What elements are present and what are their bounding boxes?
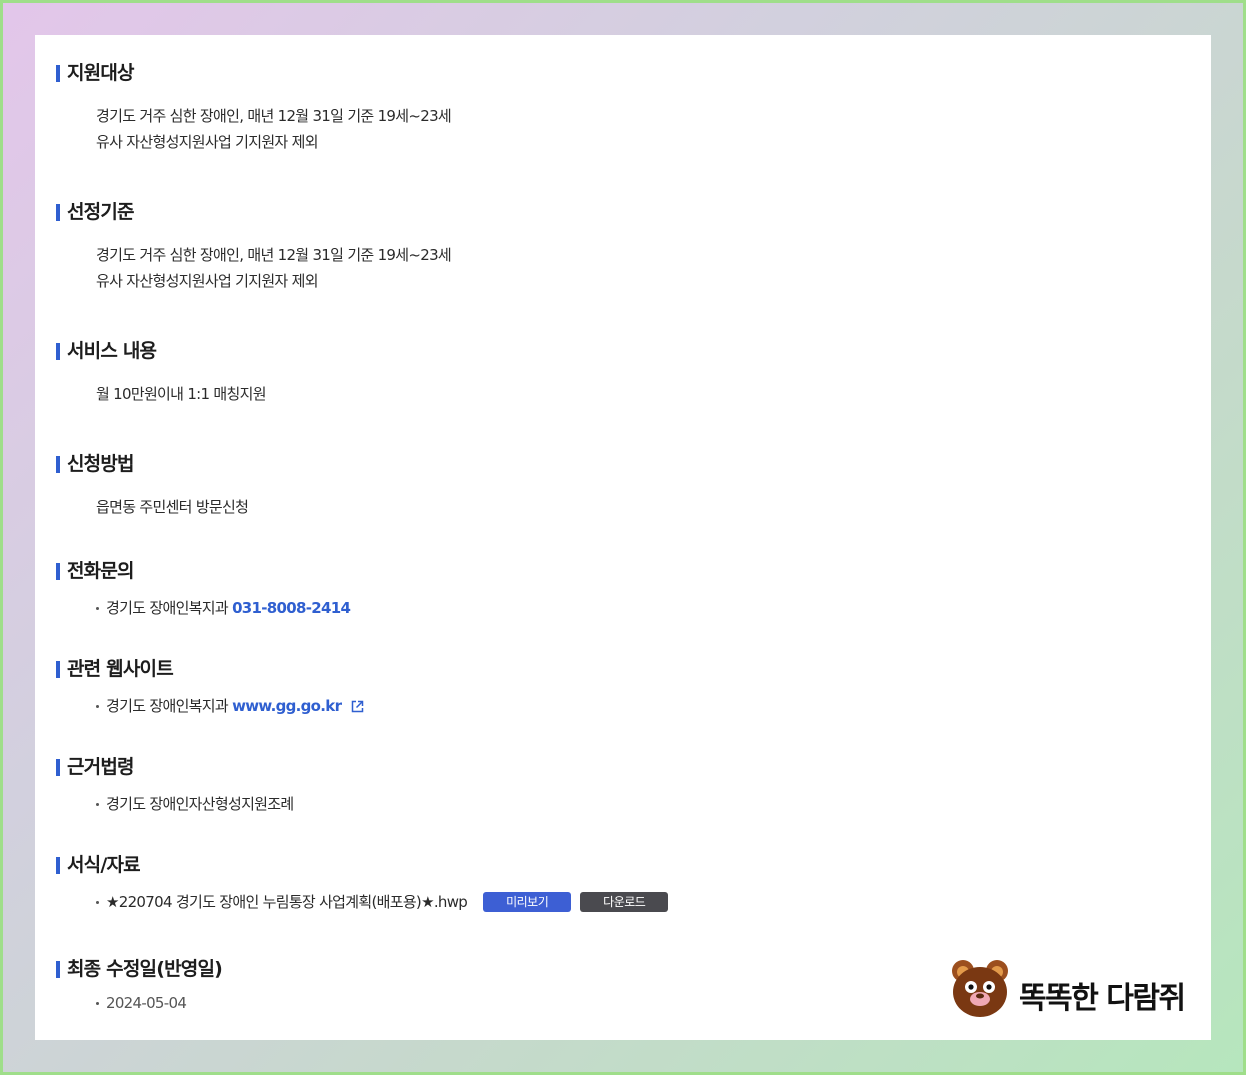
- section-title: 근거법령: [56, 755, 293, 779]
- section-criteria: 선정기준 경기도 거주 심한 장애인, 매년 12월 31일 기준 19세~23…: [56, 200, 452, 294]
- logo: 똑똑한 다람쥐: [949, 957, 1189, 1019]
- updated-line: 2024-05-04: [96, 990, 222, 1016]
- section-apply: 신청방법 읍면동 주민센터 방문신청: [56, 452, 249, 520]
- file-name: ★220704 경기도 장애인 누림통장 사업계획(배포용)★.hwp: [106, 893, 468, 911]
- squirrel-face-icon: [952, 960, 1008, 1017]
- section-title: 서식/자료: [56, 853, 668, 877]
- content-panel: 지원대상 경기도 거주 심한 장애인, 매년 12월 31일 기준 19세~23…: [35, 35, 1211, 1040]
- body-line: 유사 자산형성지원사업 기지원자 제외: [96, 272, 319, 290]
- law-text: 경기도 장애인자산형성지원조례: [106, 795, 294, 813]
- section-title: 선정기준: [56, 200, 451, 224]
- body-line: 읍면동 주민센터 방문신청: [96, 498, 249, 516]
- phone-line: 경기도 장애인복지과 031-8008-2414: [96, 595, 351, 621]
- body-line: 경기도 거주 심한 장애인, 매년 12월 31일 기준 19세~23세: [96, 246, 452, 264]
- body-line: 경기도 거주 심한 장애인, 매년 12월 31일 기준 19세~23세: [96, 107, 452, 125]
- section-title: 최종 수정일(반영일): [56, 957, 223, 981]
- section-service: 서비스 내용 월 10만원이내 1:1 매칭지원: [56, 339, 267, 407]
- section-title: 서비스 내용: [56, 339, 266, 363]
- body-line: 유사 자산형성지원사업 기지원자 제외: [96, 133, 319, 151]
- section-title: 전화문의: [56, 559, 350, 583]
- section-law: 근거법령 경기도 장애인자산형성지원조례: [56, 755, 294, 817]
- forms-line: ★220704 경기도 장애인 누림통장 사업계획(배포용)★.hwp 미리보기…: [96, 889, 669, 915]
- body-line: 월 10만원이내 1:1 매칭지원: [96, 385, 267, 403]
- section-title: 관련 웹사이트: [56, 657, 364, 681]
- external-link-icon[interactable]: [351, 695, 364, 721]
- section-body: 읍면동 주민센터 방문신청: [96, 494, 249, 520]
- section-body: 월 10만원이내 1:1 매칭지원: [96, 381, 267, 407]
- website-org: 경기도 장애인복지과: [106, 697, 229, 715]
- website-line: 경기도 장애인복지과 www.gg.go.kr: [96, 693, 364, 721]
- preview-button[interactable]: 미리보기: [483, 892, 572, 912]
- section-phone: 전화문의 경기도 장애인복지과 031-8008-2414: [56, 559, 351, 621]
- phone-org: 경기도 장애인복지과: [106, 599, 229, 617]
- section-target: 지원대상 경기도 거주 심한 장애인, 매년 12월 31일 기준 19세~23…: [56, 61, 452, 155]
- section-forms: 서식/자료 ★220704 경기도 장애인 누림통장 사업계획(배포용)★.hw…: [56, 853, 669, 915]
- section-body: 경기도 거주 심한 장애인, 매년 12월 31일 기준 19세~23세 유사 …: [96, 242, 452, 294]
- section-title: 지원대상: [56, 61, 451, 85]
- section-website: 관련 웹사이트 경기도 장애인복지과 www.gg.go.kr: [56, 657, 364, 721]
- section-title: 신청방법: [56, 452, 248, 476]
- phone-number-link[interactable]: 031-8008-2414: [232, 599, 351, 617]
- section-updated: 최종 수정일(반영일) 2024-05-04: [56, 957, 223, 1016]
- law-line: 경기도 장애인자산형성지원조례: [96, 791, 294, 817]
- updated-date: 2024-05-04: [106, 994, 187, 1012]
- website-link[interactable]: www.gg.go.kr: [232, 697, 342, 715]
- download-button[interactable]: 다운로드: [580, 892, 669, 912]
- logo-text: 똑똑한 다람쥐: [1019, 981, 1186, 1016]
- section-body: 경기도 거주 심한 장애인, 매년 12월 31일 기준 19세~23세 유사 …: [96, 103, 452, 155]
